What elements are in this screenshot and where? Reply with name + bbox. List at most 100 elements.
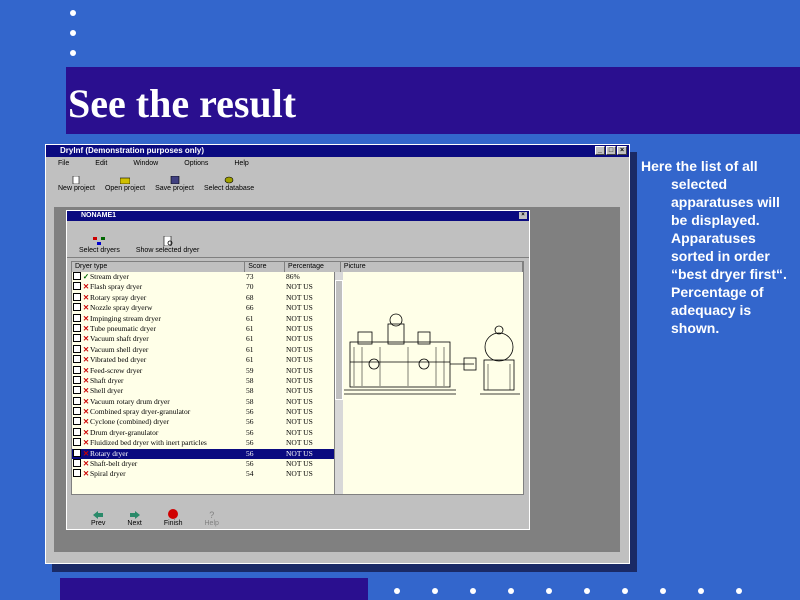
description-body: selected apparatuses will be displayed. … [671, 176, 787, 336]
menu-options[interactable]: Options [184, 157, 208, 170]
row-checkbox[interactable] [73, 438, 81, 447]
decorative-dot [584, 588, 590, 594]
maximize-button[interactable]: □ [606, 146, 616, 155]
dryer-row[interactable]: ✕Shaft dryer 58 NOT US [72, 375, 334, 386]
dryer-row[interactable]: ✕Nozzle spray dryerw 66 NOT US [72, 303, 334, 313]
row-checkbox[interactable] [73, 272, 81, 280]
column-percentage[interactable]: Percentage [285, 262, 341, 272]
row-checkbox[interactable] [73, 313, 81, 322]
row-checkbox[interactable] [73, 292, 81, 301]
new-project-button[interactable]: New project [58, 170, 95, 192]
menu-window[interactable]: Window [133, 157, 158, 170]
cross-icon: ✕ [82, 323, 90, 333]
dryer-row[interactable]: ✕Shell dryer 58 NOT US [72, 386, 334, 396]
menu-edit[interactable]: Edit [95, 157, 107, 170]
cross-icon: ✕ [82, 438, 90, 448]
row-checkbox[interactable] [73, 355, 81, 364]
row-checkbox[interactable] [73, 365, 81, 374]
open-project-button[interactable]: Open project [105, 170, 145, 192]
row-checkbox[interactable] [73, 459, 81, 468]
dryer-row[interactable]: ✕Spiral dryer 54 NOT US [72, 469, 334, 479]
dryer-row[interactable]: ✕Rotary spray dryer 68 NOT US [72, 292, 334, 303]
percentage-cell: NOT US [286, 459, 313, 469]
percentage-cell: NOT US [286, 292, 313, 302]
decorative-dot [70, 30, 76, 36]
dryer-row[interactable]: ✕Combined spray dryer-granulator 56 NOT US [72, 407, 334, 417]
percentage-cell: NOT US [286, 448, 313, 458]
row-checkbox[interactable] [73, 323, 81, 332]
scrollbar-thumb[interactable] [335, 280, 343, 400]
row-checkbox[interactable] [73, 282, 81, 291]
decorative-dot [698, 588, 704, 594]
stop-sign-icon [168, 509, 179, 519]
finish-label: Finish [163, 520, 183, 527]
row-checkbox[interactable] [73, 375, 81, 384]
document-view-icon [163, 236, 172, 246]
percentage-cell: NOT US [286, 375, 313, 385]
finish-button[interactable]: Finish [164, 501, 183, 527]
percentage-cell: 86% [286, 272, 300, 281]
dryer-name: Shaft-belt dryer [90, 459, 138, 469]
select-dryers-button[interactable]: Select dryers [79, 224, 120, 254]
row-checkbox[interactable] [73, 448, 81, 457]
dryer-row[interactable]: ✕Vibrated bed dryer 61 NOT US [72, 355, 334, 365]
row-checkbox[interactable] [73, 344, 81, 353]
cross-icon: ✕ [82, 407, 90, 417]
dryer-row[interactable]: ✕Vacuum shaft dryer 61 NOT US [72, 334, 334, 344]
new-project-label: New project [58, 185, 95, 192]
help-label: Help [204, 520, 219, 527]
minimize-button[interactable]: _ [595, 146, 605, 155]
dryer-row[interactable]: ✕Vacuum shell dryer 61 NOT US [72, 344, 334, 355]
dryer-name: Nozzle spray dryerw [90, 303, 153, 313]
dryer-row[interactable]: ✕Fluidized bed dryer with inert particle… [72, 438, 334, 448]
dryer-row[interactable]: ✕Vacuum rotary drum dryer 58 NOT US [72, 396, 334, 407]
decorative-dot [736, 588, 742, 594]
select-database-button[interactable]: Select database [204, 170, 254, 192]
help-button[interactable]: ? Help [204, 501, 219, 528]
dryer-row[interactable]: ✕Feed-screw dryer 59 NOT US [72, 365, 334, 376]
close-button[interactable]: × [617, 146, 627, 155]
child-close-button[interactable]: × [519, 212, 527, 219]
row-checkbox[interactable] [73, 334, 81, 343]
row-checkbox[interactable] [73, 303, 81, 312]
decorative-dot [622, 588, 628, 594]
show-selected-dryer-button[interactable]: Show selected dryer [136, 224, 199, 254]
row-checkbox[interactable] [73, 386, 81, 395]
dryer-row[interactable]: ✕Rotary dryer 56 NOT US [72, 448, 334, 460]
arrow-left-icon [93, 511, 104, 519]
row-checkbox[interactable] [73, 407, 81, 416]
row-checkbox[interactable] [73, 396, 81, 405]
menu-file[interactable]: File [58, 157, 69, 170]
percentage-cell: NOT US [286, 282, 313, 292]
prev-button[interactable]: Prev [91, 501, 105, 527]
save-project-button[interactable]: Save project [155, 170, 194, 192]
dryer-row[interactable]: ✕Tube pneumatic dryer 61 NOT US [72, 323, 334, 334]
open-project-label: Open project [104, 185, 146, 192]
row-checkbox[interactable] [73, 469, 81, 478]
decorative-dot [508, 588, 514, 594]
dryer-row[interactable]: ✕Flash spray dryer 70 NOT US [72, 282, 334, 292]
cross-icon: ✕ [82, 313, 90, 323]
column-score[interactable]: Score [245, 262, 286, 272]
dryer-name: Vacuum rotary drum dryer [90, 396, 170, 406]
list-scrollbar[interactable] [334, 272, 343, 494]
dryer-type-cell: ✕Tube pneumatic dryer [72, 323, 246, 334]
column-dryer-type[interactable]: Dryer type [72, 262, 246, 272]
dryer-row[interactable]: ✕Impinging stream dryer 61 NOT US [72, 313, 334, 324]
dryer-type-cell: ✕Shaft dryer [72, 375, 246, 386]
dryer-row[interactable]: ✕Cyclone (combined) dryer 56 NOT US [72, 417, 334, 427]
cross-icon: ✕ [82, 344, 90, 354]
dryer-name: Fluidized bed dryer with inert particles [90, 438, 207, 448]
row-checkbox[interactable] [73, 427, 81, 436]
dryer-type-cell: ✕Rotary spray dryer [72, 292, 246, 303]
dryer-name: Vacuum shell dryer [90, 344, 149, 354]
dryer-row[interactable]: ✕Drum dryer-granulator 56 NOT US [72, 427, 334, 438]
next-button[interactable]: Next [127, 501, 142, 527]
row-checkbox[interactable] [73, 417, 81, 426]
dryer-row[interactable]: ✓Stream dryer 73 86% [72, 272, 334, 282]
disk-icon [170, 176, 179, 184]
dryer-picture [344, 313, 520, 395]
decorative-dot [70, 10, 76, 16]
menu-help[interactable]: Help [234, 157, 248, 170]
dryer-row[interactable]: ✕Shaft-belt dryer 56 NOT US [72, 459, 334, 469]
